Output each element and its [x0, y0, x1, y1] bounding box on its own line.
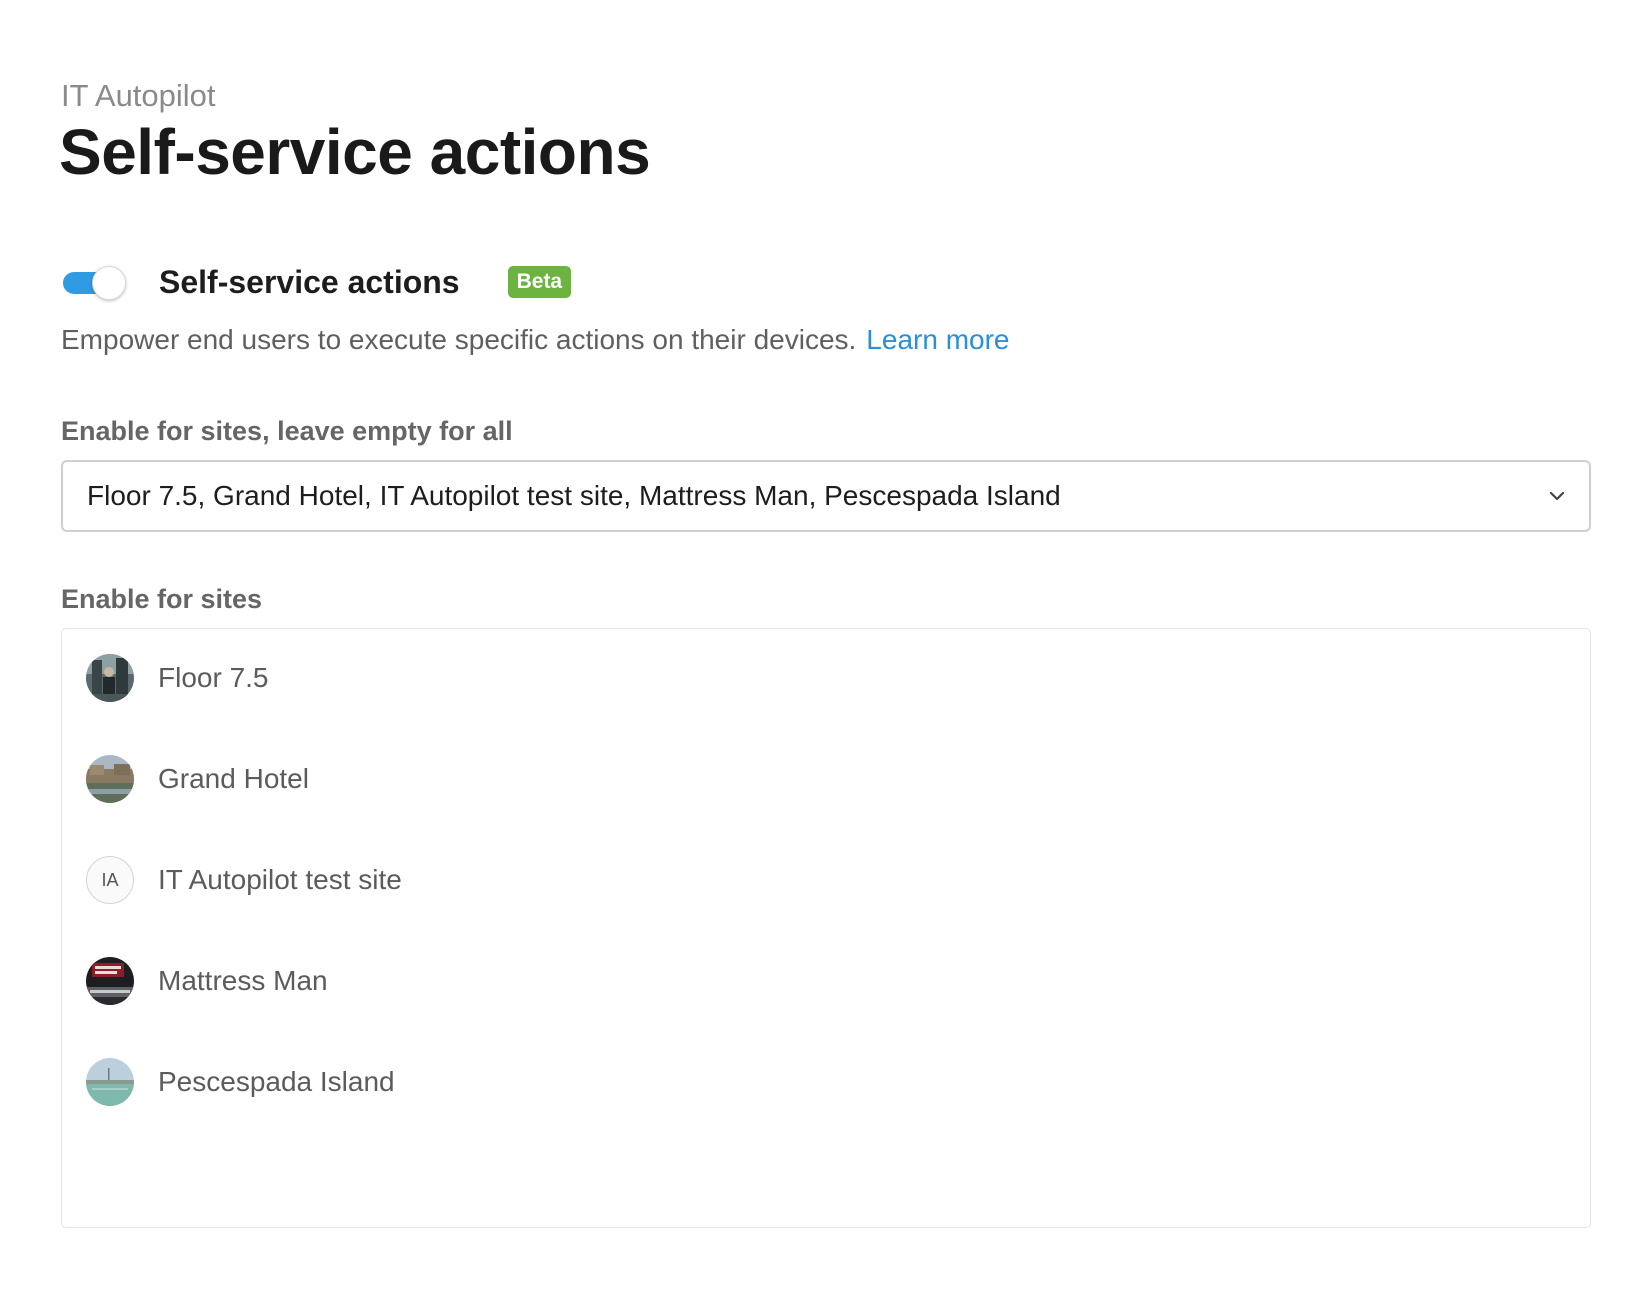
sites-list-label: Enable for sites	[61, 584, 263, 614]
learn-more-link[interactable]: Learn more	[866, 324, 1009, 355]
site-name: Floor 7.5	[158, 662, 269, 693]
site-item-pescespada-island[interactable]: Pescespada Island	[86, 1057, 395, 1107]
site-item-floor-7-5[interactable]: Floor 7.5	[86, 653, 269, 703]
page-title: Self-service actions	[59, 116, 651, 188]
site-avatar-initials: IA	[86, 856, 134, 904]
toggle-knob	[92, 266, 126, 300]
sites-list: Floor 7.5 Grand Hotel IA IT Autopilot te…	[61, 628, 1591, 1228]
site-item-mattress-man[interactable]: Mattress Man	[86, 956, 328, 1006]
beta-badge: Beta	[507, 266, 572, 298]
site-name: Mattress Man	[158, 965, 328, 996]
feature-toggle-row: Self-service actions Beta	[61, 258, 572, 306]
site-item-it-autopilot-test-site[interactable]: IA IT Autopilot test site	[86, 855, 402, 905]
page: IT Autopilot Self-service actions Self-s…	[0, 0, 1648, 1300]
self-service-toggle[interactable]	[61, 266, 126, 300]
site-avatar-mattress-man	[86, 957, 134, 1005]
chevron-down-icon	[1549, 491, 1565, 501]
site-name: Grand Hotel	[158, 763, 309, 794]
sites-select-value: Floor 7.5, Grand Hotel, IT Autopilot tes…	[87, 480, 1061, 511]
description-text: Empower end users to execute specific ac…	[61, 324, 857, 355]
site-avatar-grand-hotel	[86, 755, 134, 803]
site-name: Pescespada Island	[158, 1066, 395, 1097]
feature-label: Self-service actions	[159, 264, 460, 300]
sites-select-label: Enable for sites, leave empty for all	[61, 416, 513, 446]
feature-description: Empower end users to execute specific ac…	[61, 322, 1009, 358]
site-item-grand-hotel[interactable]: Grand Hotel	[86, 754, 309, 804]
site-name: IT Autopilot test site	[158, 864, 402, 895]
sites-select[interactable]: Floor 7.5, Grand Hotel, IT Autopilot tes…	[61, 460, 1591, 532]
site-avatar-floor-7-5	[86, 654, 134, 702]
site-avatar-pescespada-island	[86, 1058, 134, 1106]
breadcrumb[interactable]: IT Autopilot	[61, 76, 216, 116]
